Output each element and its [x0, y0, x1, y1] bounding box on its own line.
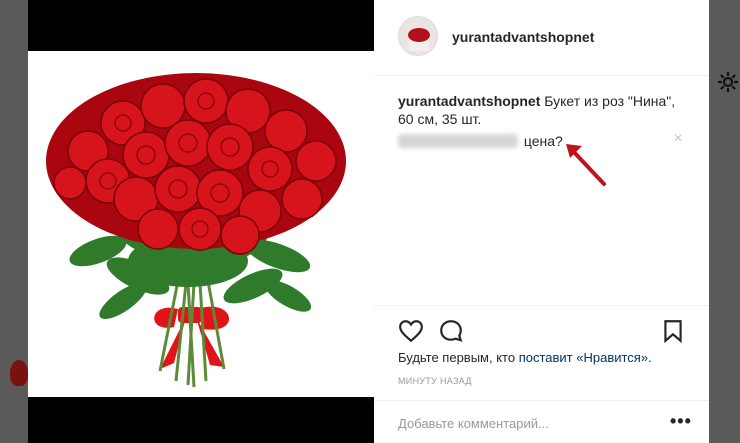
post-timestamp[interactable]: МИНУТУ НАЗАД	[398, 376, 472, 386]
background-rose-thumbnail	[10, 360, 28, 386]
likes-prefix: Будьте первым, кто	[398, 350, 519, 365]
close-icon[interactable]: ×	[671, 131, 685, 147]
action-bar	[374, 305, 709, 349]
add-comment-bar: •••	[374, 400, 709, 443]
comment-row: цена?	[398, 132, 688, 150]
rose-bouquet-image	[46, 73, 346, 388]
comment-text: цена?	[523, 133, 563, 149]
avatar[interactable]	[398, 16, 438, 56]
header-username[interactable]: yurantadvantshopnet	[452, 29, 594, 45]
likes-prompt: Будьте первым, кто поставит «Нравится».	[398, 350, 652, 365]
annotation-arrow	[566, 144, 606, 186]
post-caption: yurantadvantshopnet Букет из роз "Нина",…	[398, 92, 688, 128]
heart-icon[interactable]	[398, 318, 424, 344]
likes-suffix: .	[648, 350, 652, 365]
blurred-commenter-name	[398, 134, 518, 148]
post-header: yurantadvantshopnet	[374, 0, 709, 76]
post-photo[interactable]	[28, 51, 374, 397]
like-link[interactable]: поставит «Нравится»	[519, 350, 648, 365]
bookmark-icon[interactable]	[660, 318, 686, 344]
post-side-panel: yurantadvantshopnet yurantadvantshopnet …	[374, 0, 709, 443]
comment-icon[interactable]	[438, 318, 464, 344]
gear-icon[interactable]	[716, 70, 740, 94]
caption-username[interactable]: yurantadvantshopnet	[398, 93, 540, 109]
more-icon[interactable]: •••	[670, 411, 692, 432]
avatar-image	[399, 17, 437, 55]
background-overlay-right	[709, 0, 740, 443]
post-media	[28, 0, 374, 443]
comment-input[interactable]	[398, 413, 658, 433]
